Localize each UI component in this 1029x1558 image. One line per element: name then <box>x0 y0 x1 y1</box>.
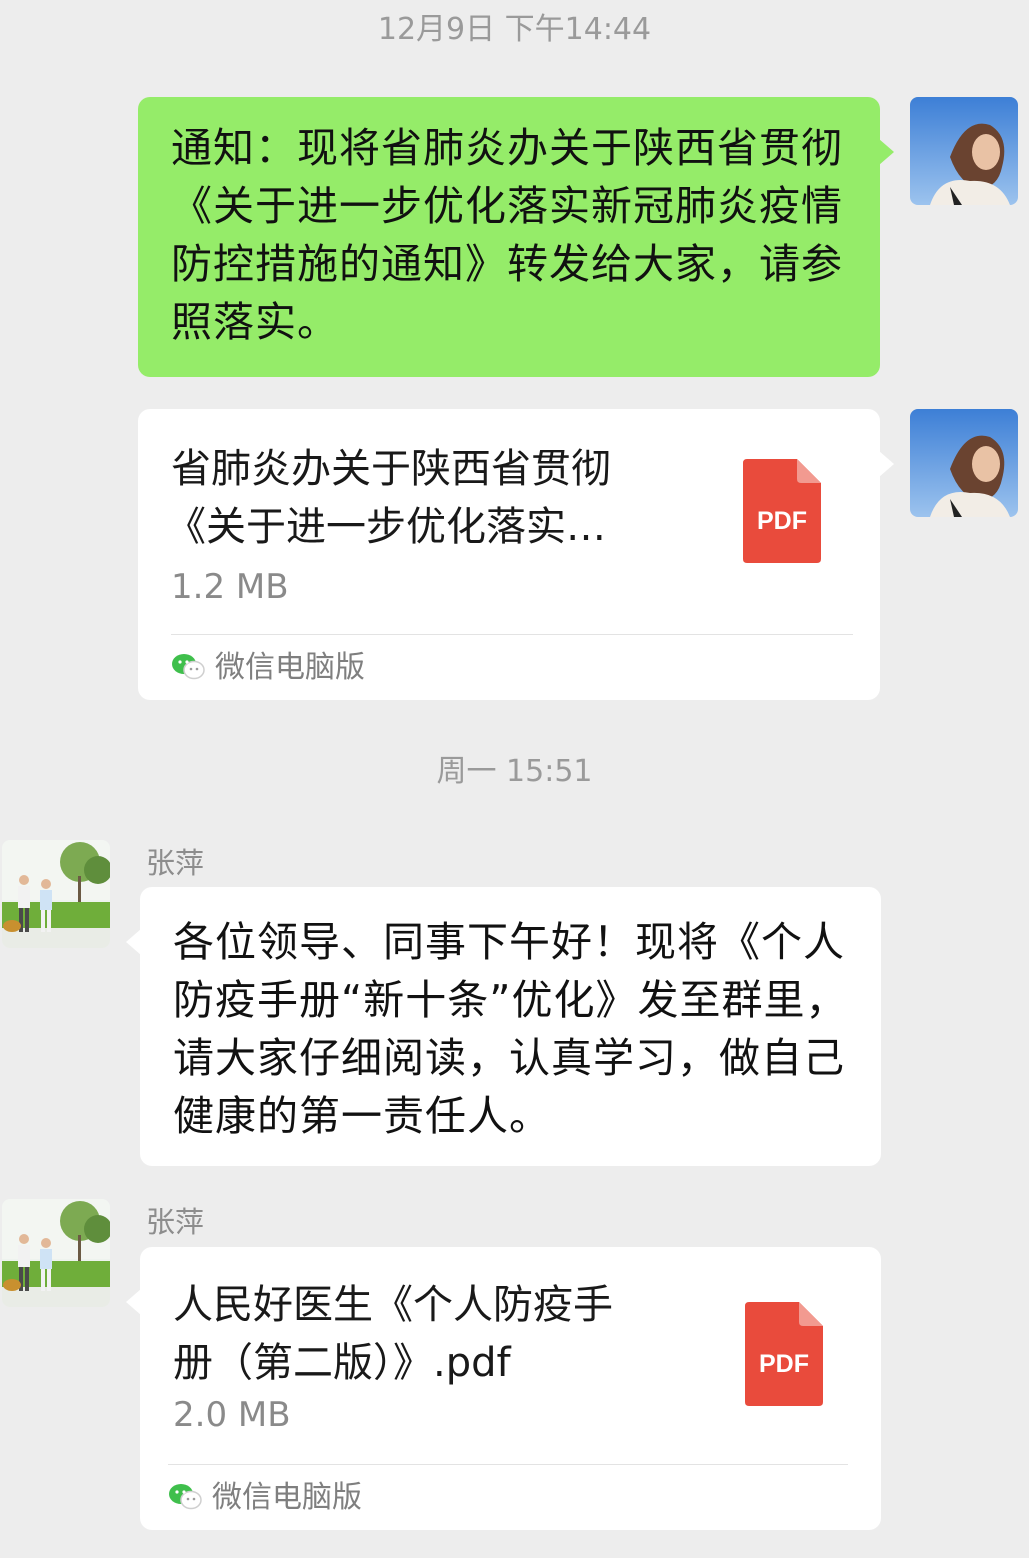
woman-portrait-avatar-icon <box>910 409 1018 517</box>
self-avatar[interactable] <box>910 409 1018 517</box>
file-name-line2: 册（第二版）》.pdf <box>173 1340 511 1386</box>
couple-walking-avatar-icon <box>2 840 110 948</box>
message-text: 通知：现将省肺炎办关于陕西省贯彻《关于进一步优化落实新冠肺炎疫情防控措施的通知》… <box>171 124 843 346</box>
wechat-icon <box>172 654 205 680</box>
contact-avatar[interactable] <box>2 840 110 948</box>
message-text: 各位领导、同事下午好！现将《个人防疫手册“新十条”优化》发至群里，请大家仔细阅读… <box>173 918 848 1140</box>
bubble-tail <box>879 139 894 165</box>
file-size: 1.2 MB <box>171 567 289 607</box>
pdf-label: PDF <box>759 1350 809 1378</box>
divider <box>168 1464 848 1465</box>
self-avatar[interactable] <box>910 97 1018 205</box>
message-bubble-self[interactable]: 通知：现将省肺炎办关于陕西省贯彻《关于进一步优化落实新冠肺炎疫情防控措施的通知》… <box>138 97 894 377</box>
source-label: 微信电脑版 <box>212 1480 362 1515</box>
timestamp: 12月9日 下午14:44 <box>377 12 652 47</box>
file-message-self[interactable]: 省肺炎办关于陕西省贯彻 《关于进一步优化落实… 1.2 MB PDF 微信电脑版 <box>138 409 894 700</box>
bubble-tail <box>126 1289 141 1315</box>
file-name-line1: 省肺炎办关于陕西省贯彻 <box>171 446 611 492</box>
message-bubble-contact[interactable]: 各位领导、同事下午好！现将《个人防疫手册“新十条”优化》发至群里，请大家仔细阅读… <box>126 887 881 1166</box>
file-name-line2: 《关于进一步优化落实… <box>166 504 606 550</box>
file-message-contact[interactable]: 人民好医生《个人防疫手 册（第二版）》.pdf 2.0 MB PDF 微信电脑版 <box>126 1247 881 1530</box>
divider <box>171 634 853 635</box>
pdf-label: PDF <box>757 507 807 535</box>
wechat-icon <box>169 1484 202 1510</box>
file-size: 2.0 MB <box>173 1395 291 1435</box>
bubble-tail <box>126 929 141 955</box>
source-label: 微信电脑版 <box>215 650 365 685</box>
pdf-file-icon: PDF <box>745 1302 823 1406</box>
bubble-tail <box>879 451 894 477</box>
couple-walking-avatar-icon <box>2 1199 110 1307</box>
woman-portrait-avatar-icon <box>910 97 1018 205</box>
contact-avatar[interactable] <box>2 1199 110 1307</box>
timestamp: 周一 15:51 <box>436 754 593 789</box>
file-name-line1: 人民好医生《个人防疫手 <box>173 1282 613 1328</box>
sender-name: 张萍 <box>146 1205 205 1239</box>
sender-name: 张萍 <box>146 846 205 880</box>
pdf-file-icon: PDF <box>743 459 821 563</box>
